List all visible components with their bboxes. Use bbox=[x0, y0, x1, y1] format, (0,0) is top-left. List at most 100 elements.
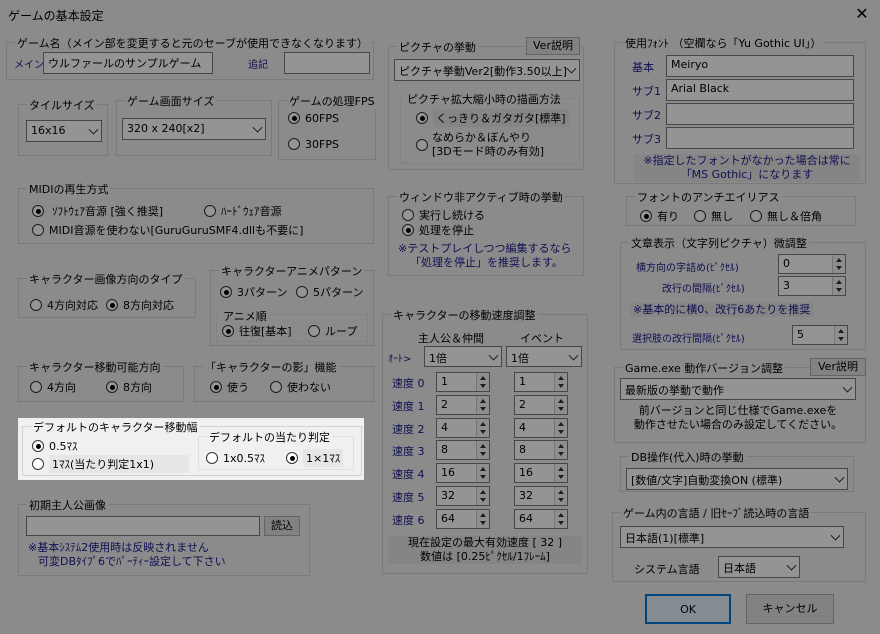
hit-half-radio[interactable]: 1x0.5ﾏｽ bbox=[204, 450, 265, 466]
main-name-input[interactable]: ウルファールのサンプルゲーム bbox=[43, 52, 213, 74]
sub-name-input[interactable] bbox=[284, 52, 370, 74]
speed-hero-stepper[interactable]: 1 bbox=[436, 372, 490, 392]
lf-spacing-stepper[interactable]: 3 bbox=[778, 276, 846, 296]
antialias-on-radio[interactable]: 有り bbox=[638, 208, 679, 224]
choice-spacing-stepper[interactable]: 5 bbox=[792, 325, 848, 345]
speed-hero-stepper[interactable]: 32 bbox=[436, 486, 490, 506]
exe-ver-button[interactable]: Ver説明 bbox=[810, 358, 866, 376]
shadow-off-radio[interactable]: 使わない bbox=[268, 379, 331, 395]
system-language-select[interactable]: 日本語 bbox=[718, 556, 800, 578]
anim-5-radio[interactable]: 5パターン bbox=[294, 284, 363, 300]
antialias-double-radio[interactable]: 無し＆倍角 bbox=[748, 208, 822, 224]
font-input[interactable]: Arial Black bbox=[666, 79, 854, 101]
anim-order-loop-radio[interactable]: ループ bbox=[306, 323, 357, 339]
speed-event-stepper[interactable]: 64 bbox=[514, 508, 568, 529]
spin-down-icon[interactable] bbox=[476, 382, 489, 391]
spin-up-icon[interactable] bbox=[554, 373, 567, 382]
font-input[interactable] bbox=[666, 127, 854, 149]
spin-down-icon[interactable] bbox=[476, 427, 489, 437]
speed-event-stepper[interactable]: 32 bbox=[514, 486, 568, 506]
speed-hero-stepper[interactable]: 8 bbox=[436, 440, 490, 461]
spin-up-icon[interactable] bbox=[554, 487, 567, 496]
spin-up-icon[interactable] bbox=[476, 487, 489, 496]
spin-down-icon[interactable] bbox=[554, 496, 567, 505]
picture-ver-button[interactable]: Ver説明 bbox=[526, 37, 580, 55]
anim-3-radio[interactable]: 3パターン bbox=[218, 284, 287, 300]
font-input[interactable]: Meiryo bbox=[666, 55, 854, 77]
shadow-on-radio[interactable]: 使う bbox=[208, 379, 249, 395]
load-button[interactable]: 読込 bbox=[264, 516, 300, 536]
speed-event-stepper[interactable]: 8 bbox=[514, 440, 568, 461]
midi-none-radio[interactable]: MIDI音源を使わない[GuruGuruSMF4.dllも不要に] bbox=[30, 222, 303, 238]
spin-down-icon[interactable] bbox=[554, 427, 567, 437]
spin-up-icon[interactable] bbox=[554, 464, 567, 474]
font-input[interactable] bbox=[666, 103, 854, 125]
spin-down-icon[interactable] bbox=[476, 518, 489, 528]
spin-down-icon[interactable] bbox=[476, 450, 489, 460]
char-dir-4-radio[interactable]: 4方向対応 bbox=[28, 297, 98, 313]
antialias-off-radio[interactable]: 無し bbox=[692, 208, 733, 224]
spin-down-icon[interactable] bbox=[554, 450, 567, 460]
fps-60-radio[interactable]: 60FPS bbox=[286, 110, 339, 126]
spin-up-icon[interactable] bbox=[476, 509, 489, 519]
picture-select[interactable]: ピクチャ挙動Ver2[動作3.50以上] bbox=[394, 59, 580, 81]
spin-down-icon[interactable] bbox=[476, 404, 489, 414]
scale-smooth-radio[interactable] bbox=[414, 137, 433, 153]
init-hero-input[interactable] bbox=[26, 516, 260, 536]
spin-down-icon[interactable] bbox=[476, 496, 489, 505]
speed-hero-stepper[interactable]: 16 bbox=[436, 463, 490, 484]
speed-event-stepper[interactable]: 16 bbox=[514, 463, 568, 484]
spin-up-icon[interactable] bbox=[834, 326, 847, 335]
spin-down-icon[interactable] bbox=[554, 404, 567, 414]
spin-down-icon[interactable] bbox=[834, 335, 847, 344]
spin-up-icon[interactable] bbox=[832, 277, 845, 286]
spin-up-icon[interactable] bbox=[554, 418, 567, 428]
speed-hero-stepper[interactable]: 64 bbox=[436, 508, 490, 529]
language-select[interactable]: 日本語(1)[標準] bbox=[620, 526, 844, 548]
spin-up-icon[interactable] bbox=[554, 441, 567, 451]
scale-crisp-radio[interactable]: くっきり＆ガタガタ[標準] bbox=[414, 109, 569, 127]
spin-up-icon[interactable] bbox=[554, 509, 567, 519]
spin-down-icon[interactable] bbox=[554, 382, 567, 391]
close-icon[interactable]: ✕ bbox=[852, 4, 872, 24]
spin-down-icon[interactable] bbox=[554, 518, 567, 528]
screen-size-select[interactable]: 320 x 240[x2] bbox=[122, 118, 266, 140]
tile-size-select[interactable]: 16x16 bbox=[26, 120, 102, 142]
anim-order-roundtrip-radio[interactable]: 往復[基本] bbox=[220, 323, 292, 339]
spin-down-icon[interactable] bbox=[554, 473, 567, 483]
move-dir-8-radio[interactable]: 8方向 bbox=[104, 379, 152, 395]
spin-up-icon[interactable] bbox=[476, 464, 489, 474]
spin-up-icon[interactable] bbox=[476, 373, 489, 382]
speed-event-stepper[interactable]: 2 bbox=[514, 394, 568, 415]
spin-up-icon[interactable] bbox=[832, 255, 845, 264]
fps-30-radio[interactable]: 30FPS bbox=[286, 136, 339, 152]
spin-up-icon[interactable] bbox=[554, 395, 567, 405]
speed-hero-stepper[interactable]: 2 bbox=[436, 394, 490, 415]
db-op-select[interactable]: [数値/文字]自動変換ON (標準) bbox=[626, 468, 848, 490]
speed-event-stepper[interactable]: 4 bbox=[514, 417, 568, 438]
spin-up-icon[interactable] bbox=[476, 418, 489, 428]
char-dir-8-radio[interactable]: 8方向対応 bbox=[104, 297, 174, 313]
midi-software-radio[interactable]: ｿﾌﾄｳｪｱ音源 [強く推奨] bbox=[30, 203, 166, 219]
h-spacing-stepper[interactable]: 0 bbox=[778, 254, 846, 274]
spin-down-icon[interactable] bbox=[476, 473, 489, 483]
midi-hardware-radio[interactable]: ﾊｰﾄﾞｳｪｱ音源 bbox=[202, 203, 282, 219]
screen-size-label: ゲーム画面サイズ bbox=[125, 93, 217, 109]
speed-auto-hero-select[interactable]: 1倍 bbox=[424, 346, 502, 367]
spin-down-icon[interactable] bbox=[832, 286, 845, 295]
exe-version-select[interactable]: 最新版の挙動で動作 bbox=[620, 378, 856, 400]
move-width-full-radio[interactable]: 1ﾏｽ(当たり判定1x1) bbox=[30, 455, 189, 473]
spin-down-icon[interactable] bbox=[832, 264, 845, 273]
cancel-button[interactable]: キャンセル bbox=[746, 594, 834, 624]
move-width-half-radio[interactable]: 0.5ﾏｽ bbox=[30, 438, 78, 454]
speed-hero-stepper[interactable]: 4 bbox=[436, 417, 490, 438]
spin-up-icon[interactable] bbox=[476, 441, 489, 451]
inactive-stop-radio[interactable]: 処理を停止 bbox=[400, 222, 474, 238]
speed-event-stepper[interactable]: 1 bbox=[514, 372, 568, 392]
hit-full-radio[interactable]: 1×1ﾏｽ bbox=[284, 449, 344, 467]
spin-up-icon[interactable] bbox=[476, 395, 489, 405]
move-dir-4-radio[interactable]: 4方向 bbox=[28, 379, 76, 395]
ok-button[interactable]: OK bbox=[645, 594, 731, 624]
inactive-continue-radio[interactable]: 実行し続ける bbox=[400, 207, 485, 223]
speed-auto-event-select[interactable]: 1倍 bbox=[506, 346, 582, 367]
